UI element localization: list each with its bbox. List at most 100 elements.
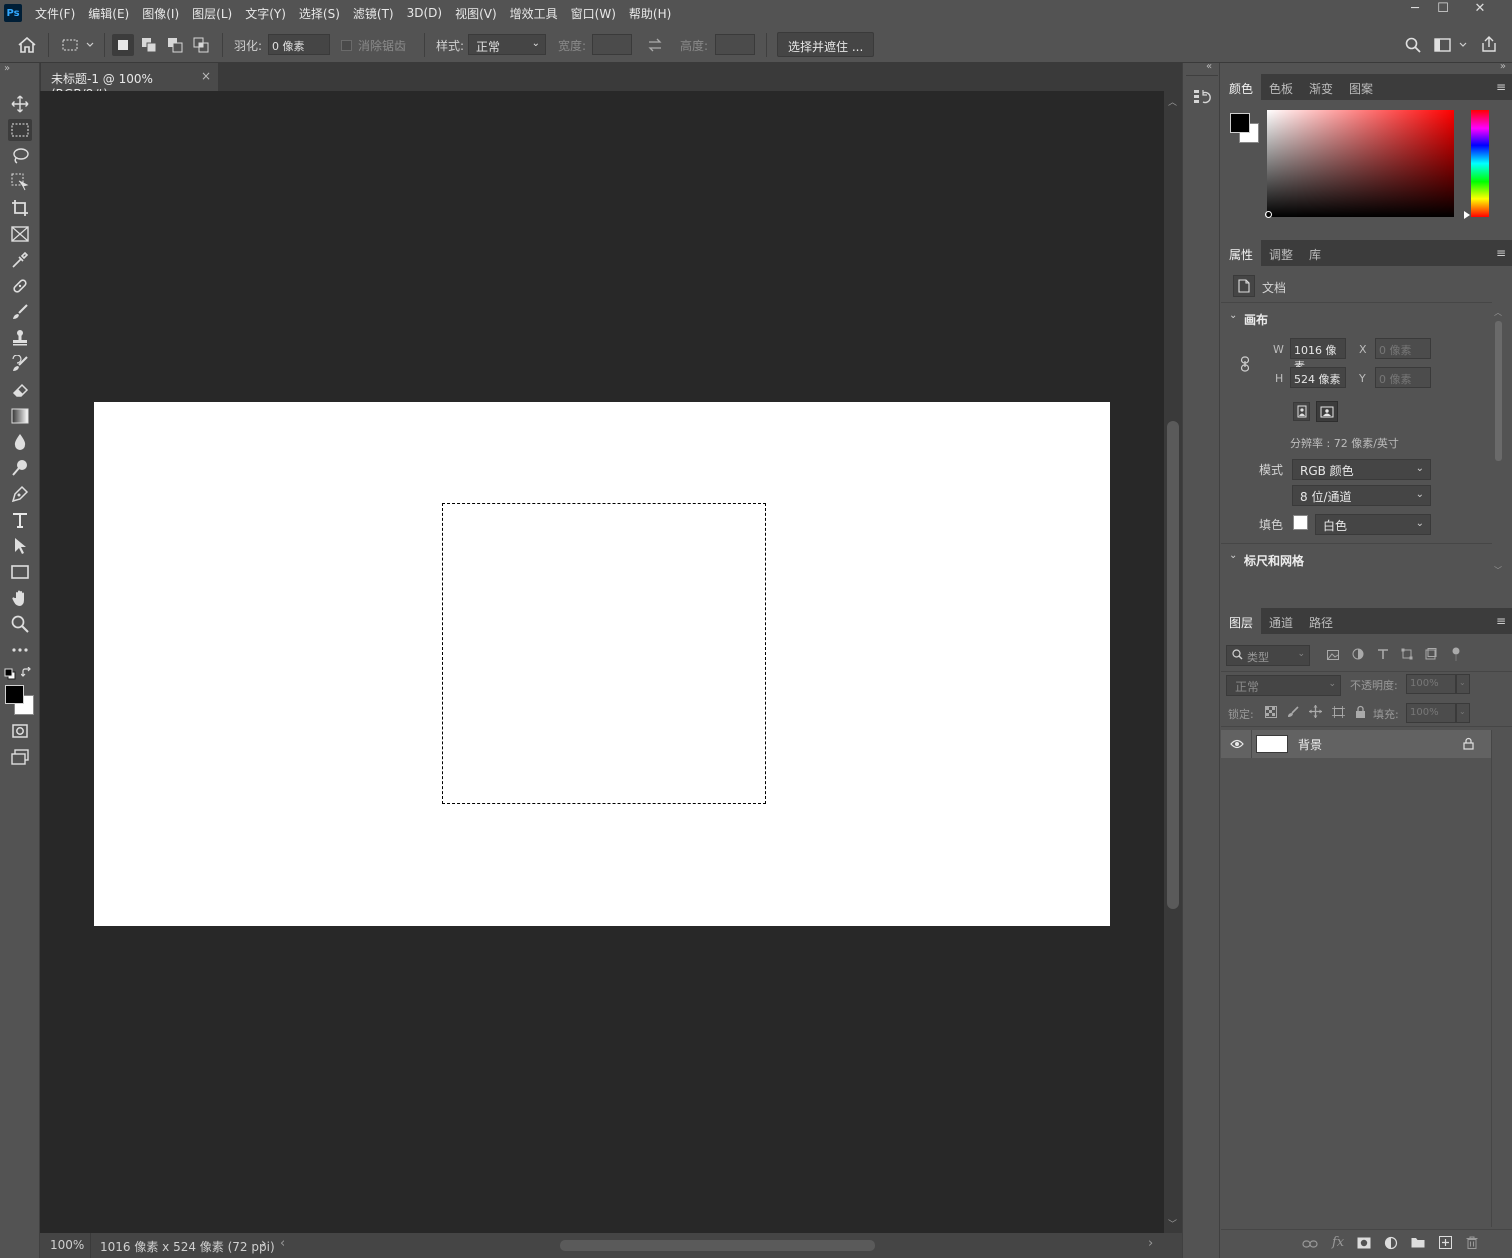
eye-icon[interactable] <box>1230 738 1244 752</box>
rulers-grids-section-title[interactable]: 标尺和网格 <box>1244 552 1304 569</box>
new-selection-icon[interactable] <box>112 34 134 56</box>
x-input[interactable]: 0 像素 <box>1375 338 1431 359</box>
vertical-scroll-thumb[interactable] <box>1167 421 1179 909</box>
scroll-up-icon[interactable]: ︿ <box>1494 307 1502 318</box>
landscape-orientation-icon[interactable] <box>1316 401 1338 422</box>
link-icon[interactable] <box>1240 356 1250 372</box>
minimize-button[interactable]: ─ <box>1400 0 1430 18</box>
subtract-from-selection-icon[interactable] <box>164 34 186 56</box>
tab-color[interactable]: 颜色 <box>1221 74 1262 100</box>
tab-layers[interactable]: 图层 <box>1221 608 1262 634</box>
collapse-arrows-icon[interactable]: » <box>4 63 10 74</box>
filter-type-icon[interactable] <box>1377 648 1389 663</box>
tab-libraries[interactable]: 库 <box>1301 240 1329 266</box>
maximize-button[interactable]: ☐ <box>1428 0 1458 18</box>
rectangle-tool-icon[interactable] <box>8 561 32 583</box>
opacity-input[interactable]: 100% <box>1406 674 1456 694</box>
menu-select[interactable]: 选择(S) <box>299 5 340 22</box>
collapse-panels-icon[interactable]: » <box>1500 61 1506 72</box>
menu-3d[interactable]: 3D(D) <box>407 6 442 20</box>
fill-color-swatch[interactable] <box>1293 515 1308 530</box>
default-colors-icon[interactable] <box>4 668 16 680</box>
menu-image[interactable]: 图像(I) <box>142 5 179 22</box>
scroll-up-icon[interactable]: ︿ <box>1168 95 1177 108</box>
layer-thumbnail[interactable] <box>1256 735 1288 753</box>
lock-transparent-icon[interactable] <box>1265 706 1277 721</box>
hue-slider[interactable] <box>1464 110 1489 219</box>
layer-name[interactable]: 背景 <box>1298 736 1322 753</box>
screen-mode-icon[interactable] <box>8 746 32 768</box>
adjustment-layer-icon[interactable] <box>1384 1236 1398 1253</box>
path-selection-tool-icon[interactable] <box>8 535 32 557</box>
expand-arrows-icon[interactable]: « <box>1206 61 1212 72</box>
gradient-tool-icon[interactable] <box>8 405 32 427</box>
zoom-level[interactable]: 100% <box>50 1238 84 1252</box>
link-layers-icon[interactable] <box>1302 1238 1318 1252</box>
lock-all-icon[interactable] <box>1355 705 1366 721</box>
vertical-scrollbar[interactable]: ︿ ﹀ <box>1164 91 1182 1233</box>
layer-filter-select[interactable]: 类型 ⌄ <box>1226 645 1310 666</box>
canvas-area[interactable] <box>40 91 1164 1233</box>
bit-depth-select[interactable]: 8 位/通道 ⌄ <box>1292 485 1431 506</box>
tab-paths[interactable]: 路径 <box>1301 608 1341 634</box>
new-layer-icon[interactable] <box>1439 1236 1452 1252</box>
tab-patterns[interactable]: 图案 <box>1341 74 1381 100</box>
tab-adjustments[interactable]: 调整 <box>1261 240 1301 266</box>
blur-tool-icon[interactable] <box>8 431 32 453</box>
marquee-preset-icon[interactable] <box>58 35 98 55</box>
menu-filter[interactable]: 滤镜(T) <box>353 5 394 22</box>
layers-scrollbar[interactable] <box>1491 730 1512 1227</box>
filter-toggle-icon[interactable] <box>1452 647 1460 664</box>
menu-file[interactable]: 文件(F) <box>35 5 75 22</box>
horizontal-scroll-thumb[interactable] <box>560 1240 875 1251</box>
chevron-down-icon[interactable]: ⌄ <box>1229 310 1237 321</box>
scroll-down-icon[interactable]: ﹀ <box>1494 565 1502 576</box>
document-canvas[interactable] <box>94 402 1110 926</box>
menu-view[interactable]: 视图(V) <box>455 5 497 22</box>
search-icon[interactable] <box>1404 36 1422 54</box>
panel-menu-icon[interactable]: ≡ <box>1496 246 1506 260</box>
tab-gradients[interactable]: 渐变 <box>1301 74 1341 100</box>
color-picker-handle[interactable] <box>1265 211 1272 218</box>
menu-window[interactable]: 窗口(W) <box>571 5 616 22</box>
share-icon[interactable] <box>1480 35 1498 53</box>
status-arrow-icon[interactable]: › <box>261 1236 267 1252</box>
width-input[interactable] <box>592 34 632 55</box>
y-input[interactable]: 0 像素 <box>1375 367 1431 388</box>
canvas-section-title[interactable]: 画布 <box>1244 311 1268 328</box>
height-input[interactable] <box>715 34 755 55</box>
canvas-width-input[interactable]: 1016 像素 <box>1290 338 1346 373</box>
more-tools-icon[interactable] <box>8 639 32 661</box>
move-tool-icon[interactable] <box>8 93 32 115</box>
properties-scrollbar[interactable]: ︿ ﹀ <box>1493 307 1505 581</box>
workspace-icon[interactable] <box>1434 36 1468 54</box>
fx-icon[interactable]: fx <box>1332 1235 1344 1250</box>
tab-properties[interactable]: 属性 <box>1221 240 1262 266</box>
scroll-right-icon[interactable]: › <box>1148 1236 1153 1251</box>
blend-mode-select[interactable]: 正常 ⌄ <box>1226 675 1341 696</box>
healing-brush-tool-icon[interactable] <box>8 275 32 297</box>
lock-artboard-icon[interactable] <box>1332 706 1345 721</box>
add-to-selection-icon[interactable] <box>138 34 160 56</box>
filter-adjustment-icon[interactable] <box>1352 648 1364 663</box>
chevron-down-icon[interactable]: ⌄ <box>1229 550 1237 561</box>
properties-scroll-thumb[interactable] <box>1495 321 1502 461</box>
menu-type[interactable]: 文字(Y) <box>245 5 286 22</box>
swap-icon[interactable] <box>646 36 664 54</box>
tab-channels[interactable]: 通道 <box>1261 608 1301 634</box>
filter-shape-icon[interactable] <box>1401 648 1413 663</box>
lock-icon[interactable] <box>1463 737 1474 753</box>
scroll-down-icon[interactable]: ﹀ <box>1168 1217 1177 1230</box>
chevron-down-icon[interactable]: ⌄ <box>1456 674 1470 694</box>
type-tool-icon[interactable] <box>8 509 32 531</box>
menu-help[interactable]: 帮助(H) <box>629 5 671 22</box>
close-tab-icon[interactable]: × <box>201 69 211 83</box>
group-folder-icon[interactable] <box>1411 1237 1425 1251</box>
object-selection-tool-icon[interactable] <box>8 171 32 193</box>
color-panel-foreground-swatch[interactable] <box>1230 113 1250 133</box>
lock-pixels-icon[interactable] <box>1287 706 1299 721</box>
scroll-left-icon[interactable]: ‹ <box>280 1236 285 1251</box>
menu-layer[interactable]: 图层(L) <box>192 5 232 22</box>
eyedropper-tool-icon[interactable] <box>8 249 32 271</box>
filter-pixel-icon[interactable] <box>1327 649 1339 663</box>
